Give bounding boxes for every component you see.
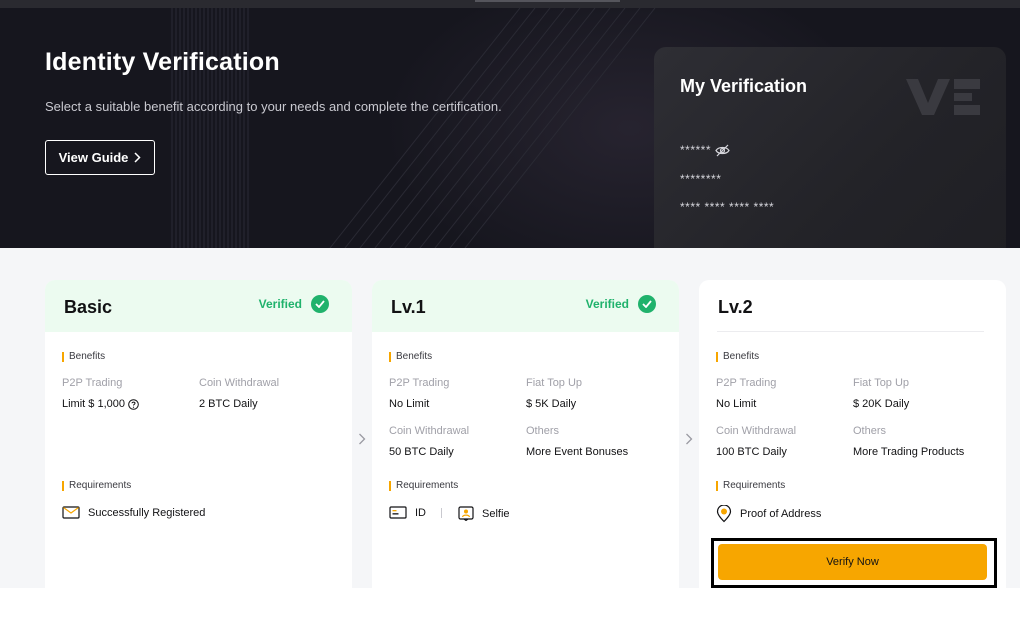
requirement-text: Selfie [482,507,510,520]
page-bottom [0,588,1020,625]
benefit-value: No Limit [389,398,430,410]
benefit-key: P2P Trading [716,377,777,389]
level-card-basic: Basic Verified Benefits P2P Trading Limi… [45,280,352,588]
benefit-value: Limit $ 1,000 [62,398,139,410]
verified-status: Verified [258,297,302,311]
help-circle-icon[interactable] [128,398,139,410]
page-subtitle: Select a suitable benefit according to y… [45,99,502,114]
benefit-value: More Trading Products [853,446,965,458]
masked-number: **** **** **** **** [680,200,775,214]
benefits-label: Benefits [389,352,432,362]
benefit-value: More Event Bonuses [526,446,629,458]
brand-watermark-icon [906,79,980,115]
requirement-item: Selfie [458,506,510,521]
masked-number-row: **** **** **** **** [680,200,774,214]
hero-banner: Identity Verification Select a suitable … [0,8,1020,248]
view-guide-button[interactable]: View Guide [45,140,155,175]
verified-status: Verified [585,297,629,311]
masked-id-row: ******** [680,172,721,186]
requirement-item: ID [389,506,426,519]
active-tab-indicator [475,0,620,2]
top-nav-bar [0,0,1020,8]
requirement-separator [441,508,442,518]
requirement-item: Proof of Address [716,505,821,523]
id-card-icon [389,506,407,519]
location-pin-icon [716,505,732,523]
masked-id: ******** [680,172,722,186]
benefits-label: Benefits [716,352,759,362]
benefit-key: Others [853,425,887,437]
my-verification-card: My Verification ****** ******** **** ***… [654,47,1006,248]
level-title: Basic [64,297,113,317]
benefit-key: Fiat Top Up [853,377,910,389]
level-title: Lv.2 [718,297,753,317]
page-title: Identity Verification [45,48,280,76]
benefit-key: Coin Withdrawal [716,425,797,437]
mail-icon [62,506,80,519]
level-card-lv1: Lv.1 Verified Benefits P2P Trading No Li… [372,280,679,588]
verify-now-button[interactable]: Verify Now [718,544,987,580]
card-header: Basic Verified [45,280,352,332]
chevron-right-icon [134,152,141,163]
requirements-label: Requirements [62,481,131,491]
card-header: Lv.2 [699,280,1006,332]
card-header: Lv.1 Verified [372,280,679,332]
benefit-key: Fiat Top Up [526,377,583,389]
my-verification-title: My Verification [680,76,808,96]
benefit-value: $ 5K Daily [526,398,577,410]
chevron-right-icon [686,433,693,445]
chevron-right-icon [359,433,366,445]
requirement-text: ID [415,506,426,519]
check-circle-icon [638,295,656,313]
benefits-label: Benefits [62,352,105,362]
benefit-key: Coin Withdrawal [199,377,280,389]
verify-now-label: Verify Now [826,556,879,568]
view-guide-label: View Guide [58,150,129,165]
requirement-item: Successfully Registered [62,506,205,519]
benefit-value: 50 BTC Daily [389,446,454,458]
header-divider [717,331,984,332]
check-circle-icon [311,295,329,313]
benefit-value: $ 20K Daily [853,398,910,410]
masked-name: ****** [680,143,712,157]
requirement-text: Successfully Registered [88,506,206,519]
benefit-value-text: Limit $ 1,000 [62,398,125,410]
benefit-value: 2 BTC Daily [199,398,258,410]
eye-off-icon[interactable] [715,144,730,157]
benefit-value: No Limit [716,398,757,410]
requirement-text: Proof of Address [740,508,822,520]
benefit-key: P2P Trading [62,377,123,389]
benefit-key: P2P Trading [389,377,450,389]
benefit-key: Coin Withdrawal [389,425,470,437]
masked-name-row: ****** [680,143,730,157]
requirements-label: Requirements [716,481,785,491]
requirements-label: Requirements [389,481,458,491]
benefit-value: 100 BTC Daily [716,446,787,458]
benefit-key: Others [526,425,560,437]
selfie-icon [458,506,474,521]
level-title: Lv.1 [391,297,426,317]
